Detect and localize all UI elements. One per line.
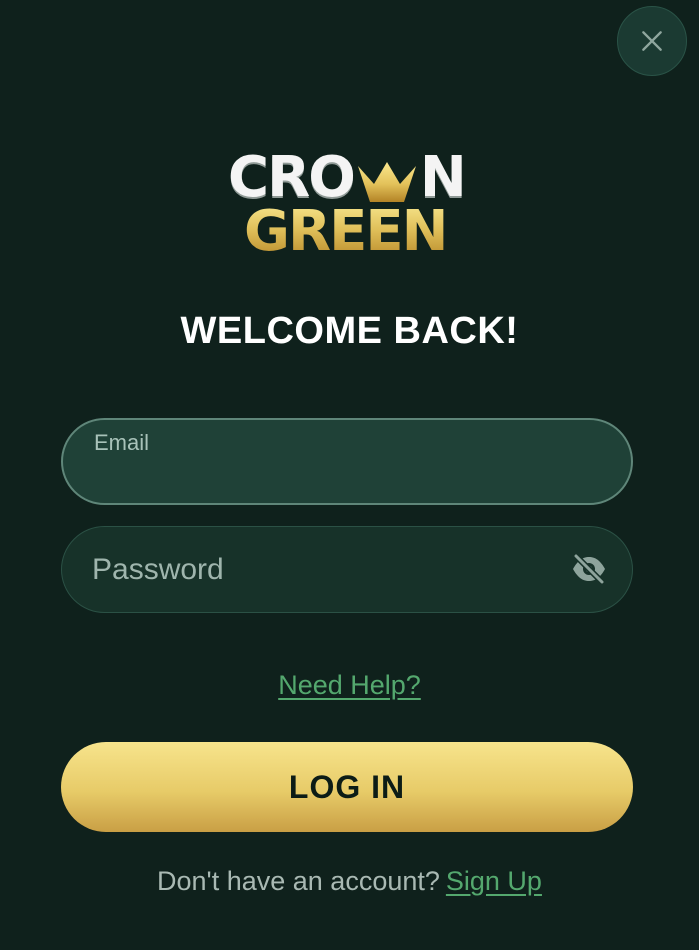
email-field[interactable]: Email	[61, 418, 633, 505]
close-button[interactable]	[617, 6, 687, 76]
crown-green-logo: CRO N GREEN	[220, 148, 480, 268]
need-help-link[interactable]: Need Help?	[278, 670, 421, 700]
eye-slash-icon	[573, 554, 605, 584]
login-button[interactable]: LOG IN	[61, 742, 633, 832]
signup-prompt-text: Don't have an account?	[157, 866, 440, 896]
close-icon	[642, 31, 662, 51]
password-input[interactable]	[92, 551, 552, 589]
logo-line-green: GREEN	[244, 199, 448, 264]
email-input[interactable]	[93, 457, 551, 493]
help-link-row: Need Help?	[0, 670, 699, 701]
signup-prompt: Don't have an account? Sign Up	[0, 866, 699, 897]
sign-up-link[interactable]: Sign Up	[446, 866, 542, 896]
password-field[interactable]	[61, 526, 633, 613]
login-modal: CRO N GREEN WELCOME BACK! Email Need Hel…	[0, 0, 699, 950]
page-title: WELCOME BACK!	[180, 310, 519, 352]
email-label: Email	[94, 430, 150, 455]
toggle-password-visibility-button[interactable]	[570, 552, 608, 586]
